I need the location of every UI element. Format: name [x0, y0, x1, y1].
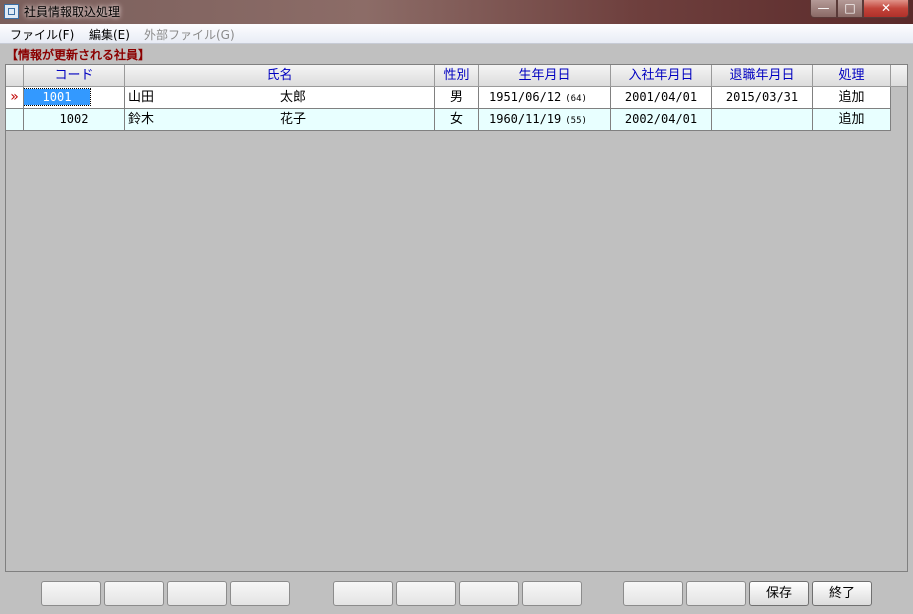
function-button-2[interactable]	[104, 581, 164, 606]
cell-code[interactable]: 1001	[24, 87, 125, 109]
menu-file[interactable]: ファイル(F)	[10, 26, 74, 43]
header-indicator	[6, 65, 24, 87]
function-button-8[interactable]	[522, 581, 582, 606]
header-birthdate[interactable]: 生年月日	[479, 65, 611, 87]
header-retire-date[interactable]: 退職年月日	[712, 65, 813, 87]
window-controls: — □ ✕	[810, 0, 909, 18]
function-button-5[interactable]	[333, 581, 393, 606]
cell-retire-date[interactable]	[712, 109, 813, 131]
menu-external-file[interactable]: 外部ファイル(G)	[144, 26, 235, 43]
cell-action[interactable]: 追加	[813, 109, 891, 131]
header-name[interactable]: 氏名	[125, 65, 435, 87]
cell-gender[interactable]: 女	[435, 109, 479, 131]
function-button-10[interactable]	[686, 581, 746, 606]
cell-birthdate[interactable]: 1951/06/12 (64)	[479, 87, 611, 109]
birthdate-value: 1951/06/12	[489, 90, 562, 104]
cell-name[interactable]: 鈴木 花子	[125, 109, 435, 131]
menu-edit[interactable]: 編集(E)	[89, 26, 130, 43]
cell-name[interactable]: 山田 太郎	[125, 87, 435, 109]
birthdate-value: 1960/11/19	[489, 112, 562, 126]
close-button[interactable]: ✕	[863, 0, 909, 18]
minimize-button[interactable]: —	[810, 0, 837, 18]
function-button-7[interactable]	[459, 581, 519, 606]
last-name: 鈴木	[128, 112, 155, 127]
first-name: 太郎	[280, 90, 307, 105]
current-row-indicator-icon: »	[6, 87, 24, 109]
first-name: 花子	[280, 112, 307, 127]
row-indicator	[6, 109, 24, 131]
age-value: (64)	[565, 94, 587, 104]
function-button-4[interactable]	[230, 581, 290, 606]
function-button-3[interactable]	[167, 581, 227, 606]
employee-grid[interactable]: コード 氏名 性別 生年月日 入社年月日 退職年月日 処理 » 1001 山田 …	[5, 64, 908, 572]
code-value: 1001	[24, 88, 91, 106]
section-title: 【情報が更新される社員】	[6, 48, 151, 62]
cell-action[interactable]: 追加	[813, 87, 891, 109]
title-bar[interactable]: 社員情報取込処理 — □ ✕	[0, 0, 913, 24]
app-icon[interactable]	[4, 4, 19, 19]
save-button[interactable]: 保存	[749, 581, 809, 606]
cell-gender[interactable]: 男	[435, 87, 479, 109]
last-name: 山田	[128, 90, 155, 105]
header-code[interactable]: コード	[24, 65, 125, 87]
header-hire-date[interactable]: 入社年月日	[611, 65, 712, 87]
cell-birthdate[interactable]: 1960/11/19 (55)	[479, 109, 611, 131]
cell-retire-date[interactable]: 2015/03/31	[712, 87, 813, 109]
header-gender[interactable]: 性別	[435, 65, 479, 87]
menu-bar: ファイル(F) 編集(E) 外部ファイル(G)	[0, 24, 913, 44]
cell-hire-date[interactable]: 2001/04/01	[611, 87, 712, 109]
header-action[interactable]: 処理	[813, 65, 891, 87]
window-title: 社員情報取込処理	[24, 5, 121, 19]
function-button-9[interactable]	[623, 581, 683, 606]
function-button-1[interactable]	[41, 581, 101, 606]
maximize-button[interactable]: □	[837, 0, 863, 18]
function-button-6[interactable]	[396, 581, 456, 606]
cell-hire-date[interactable]: 2002/04/01	[611, 109, 712, 131]
age-value: (55)	[565, 116, 587, 126]
cell-code[interactable]: 1002	[24, 109, 125, 131]
header-filler	[891, 65, 907, 87]
exit-button[interactable]: 終了	[812, 581, 872, 606]
